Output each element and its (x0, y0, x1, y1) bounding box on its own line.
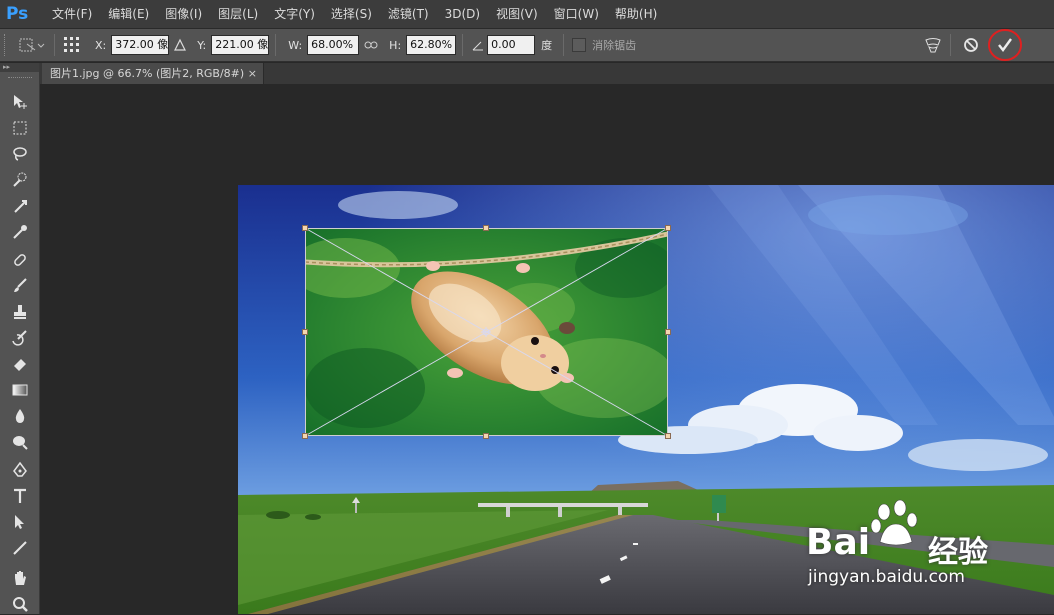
close-tab-button[interactable]: × (248, 63, 257, 84)
width-percent-input[interactable]: 68.00% (307, 35, 360, 55)
y-position-input[interactable]: 221.00 像 (211, 35, 270, 55)
hand-tool-icon[interactable] (9, 567, 31, 589)
move-tool-icon[interactable] (9, 91, 31, 113)
menu-window[interactable]: 窗口(W) (546, 0, 607, 29)
history-brush-tool-icon[interactable] (9, 327, 31, 349)
transform-handle-top-right[interactable] (665, 225, 671, 231)
watermark-brand: Bai (806, 522, 871, 563)
document-tab-bar: 图片1.jpg @ 66.7% (图片2, RGB/8#) × (40, 63, 1054, 84)
menu-3d[interactable]: 3D(D) (437, 0, 488, 29)
separator (275, 34, 277, 56)
w-label: W: (288, 38, 303, 52)
menu-view[interactable]: 视图(V) (488, 0, 546, 29)
transform-handle-top-center[interactable] (483, 225, 489, 231)
pen-tool-icon[interactable] (9, 459, 31, 481)
warp-mode-icon[interactable] (922, 35, 944, 55)
baidu-paw-logo (870, 499, 918, 546)
antialias-label: 消除锯齿 (592, 39, 637, 52)
transform-handle-middle-right[interactable] (665, 329, 671, 335)
reference-point-icon[interactable] (61, 36, 83, 54)
x-position-input[interactable]: 372.00 像 (111, 35, 170, 55)
highlight-circle-icon (988, 29, 1022, 61)
eyedropper-tool-icon[interactable] (9, 221, 31, 243)
options-bar-grip[interactable] (4, 34, 14, 56)
separator (462, 34, 464, 56)
transform-handle-bottom-left[interactable] (302, 433, 308, 439)
antialias-checkbox[interactable] (572, 38, 587, 52)
menu-filter[interactable]: 滤镜(T) (380, 0, 437, 29)
tools-panel-collapse-icon[interactable]: ▸▸ (0, 63, 39, 72)
transform-handle-top-left[interactable] (302, 225, 308, 231)
tools-panel: ▸▸ (0, 63, 40, 614)
menu-file[interactable]: 文件(F) (44, 0, 100, 29)
dodge-tool-icon[interactable] (9, 431, 31, 453)
x-label: X: (95, 38, 107, 52)
healing-brush-tool-icon[interactable] (9, 249, 31, 271)
menu-select[interactable]: 选择(S) (323, 0, 380, 29)
menu-type[interactable]: 文字(Y) (266, 0, 323, 29)
lasso-tool-icon[interactable] (9, 143, 31, 165)
line-tool-icon[interactable] (9, 537, 31, 559)
path-selection-tool-icon[interactable] (9, 511, 31, 533)
cancel-transform-icon[interactable] (961, 35, 981, 55)
placed-hamster-image[interactable] (305, 228, 668, 436)
photoshop-logo: Ps (6, 4, 29, 24)
rotate-angle-input[interactable]: 0.00 (487, 35, 536, 55)
y-label: Y: (197, 38, 207, 52)
document-tab[interactable]: 图片1.jpg @ 66.7% (图片2, RGB/8#) × (42, 63, 264, 84)
transform-tool-preset-icon[interactable] (14, 36, 48, 54)
separator (54, 34, 55, 56)
options-bar: X: 372.00 像 Y: 221.00 像 W: 68.00% H: 62.… (0, 29, 1054, 62)
watermark-url: jingyan.baidu.com (808, 567, 965, 587)
tools-panel-grip (8, 77, 32, 80)
transform-handle-bottom-center[interactable] (483, 433, 489, 439)
clone-stamp-tool-icon[interactable] (9, 301, 31, 323)
document-tab-title: 图片1.jpg @ 66.7% (图片2, RGB/8#) (50, 67, 245, 80)
blur-tool-icon[interactable] (9, 405, 31, 427)
angle-unit-label: 度 (541, 39, 553, 52)
crop-tool-icon[interactable] (9, 195, 31, 217)
link-icon[interactable] (359, 40, 383, 50)
rotate-angle-icon (469, 39, 487, 51)
separator (563, 34, 565, 56)
separator (950, 34, 951, 56)
menu-image[interactable]: 图像(I) (157, 0, 210, 29)
watermark-brand-cn: 经验 (928, 535, 988, 570)
quick-selection-tool-icon[interactable] (9, 169, 31, 191)
eraser-tool-icon[interactable] (9, 353, 31, 375)
marquee-tool-icon[interactable] (9, 117, 31, 139)
height-percent-input[interactable]: 62.80% (406, 35, 457, 55)
menu-bar: Ps 文件(F) 编辑(E) 图像(I) 图层(L) 文字(Y) 选择(S) 滤… (0, 0, 1054, 29)
menu-edit[interactable]: 编辑(E) (100, 0, 157, 29)
h-label: H: (389, 38, 402, 52)
transform-handle-bottom-right[interactable] (665, 433, 671, 439)
menu-layer[interactable]: 图层(L) (210, 0, 266, 29)
zoom-tool-icon[interactable] (9, 593, 31, 615)
gradient-tool-icon[interactable] (9, 379, 31, 401)
brush-tool-icon[interactable] (9, 275, 31, 297)
transform-handle-middle-left[interactable] (302, 329, 308, 335)
relative-position-icon[interactable] (169, 38, 191, 52)
menu-help[interactable]: 帮助(H) (607, 0, 665, 29)
type-tool-icon[interactable] (9, 485, 31, 507)
